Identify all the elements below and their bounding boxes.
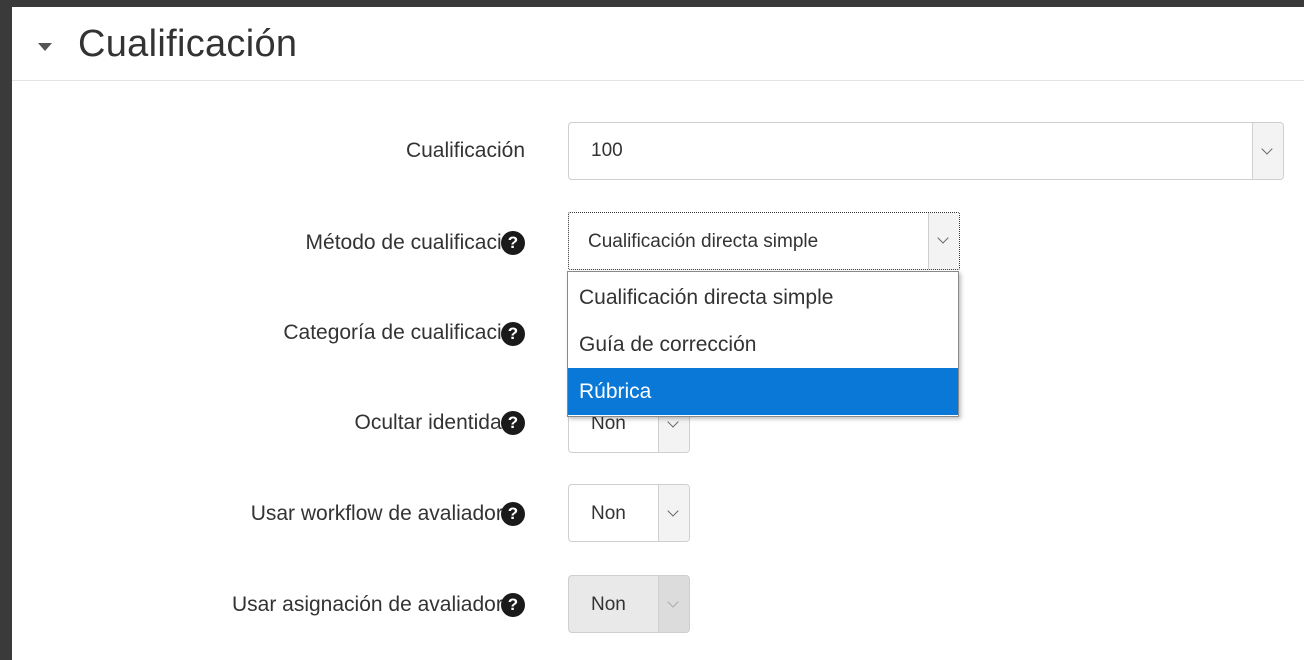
grading-panel: Cualificación Cualificación 100 Método d… xyxy=(12,7,1304,660)
chevron-down-icon xyxy=(937,232,949,244)
chevron-down-icon xyxy=(667,596,679,608)
grading-method-label: Método de cualificación xyxy=(305,231,525,254)
marker-allocation-select-value: Non xyxy=(591,594,626,615)
help-icon[interactable]: ? xyxy=(501,231,525,255)
help-icon[interactable]: ? xyxy=(501,502,525,526)
grade-select-arrow[interactable] xyxy=(1252,123,1283,179)
section-header[interactable]: Cualificación xyxy=(12,7,1304,81)
help-icon[interactable]: ? xyxy=(501,593,525,617)
grade-select[interactable]: 100 xyxy=(568,122,1284,180)
chevron-down-icon xyxy=(1261,143,1273,155)
grading-method-dropdown: Cualificación directa simple Guía de cor… xyxy=(567,271,959,417)
marking-workflow-select-value: Non xyxy=(591,503,626,524)
dropdown-option-simple-direct[interactable]: Cualificación directa simple xyxy=(568,274,958,321)
grade-select-value: 100 xyxy=(591,140,623,161)
collapse-triangle-icon[interactable] xyxy=(38,43,52,51)
help-icon[interactable]: ? xyxy=(501,322,525,346)
marking-workflow-label: Usar workflow de avaliadores xyxy=(250,502,525,525)
grading-method-select-value: Cualificación directa simple xyxy=(588,231,819,252)
grading-method-select-arrow[interactable] xyxy=(928,213,959,269)
chevron-down-icon xyxy=(667,505,679,517)
blind-marking-label: Ocultar identidade xyxy=(354,411,525,434)
marker-allocation-label: Usar asignación de avaliadores xyxy=(231,593,525,616)
marking-workflow-select-arrow[interactable] xyxy=(658,485,689,541)
section-title: Cualificación xyxy=(78,23,298,65)
marking-workflow-select[interactable]: Non xyxy=(568,484,690,542)
marker-allocation-select: Non xyxy=(568,575,690,633)
chevron-down-icon xyxy=(667,416,679,428)
help-icon[interactable]: ? xyxy=(501,411,525,435)
grade-label: Cualificación xyxy=(405,139,525,162)
grading-method-select[interactable]: Cualificación directa simple xyxy=(568,212,960,270)
marker-allocation-select-arrow xyxy=(658,576,689,632)
dropdown-option-rubric[interactable]: Rúbrica xyxy=(568,368,958,415)
grade-category-label: Categoría de cualificación xyxy=(283,321,525,344)
dropdown-option-marking-guide[interactable]: Guía de corrección xyxy=(568,321,958,368)
